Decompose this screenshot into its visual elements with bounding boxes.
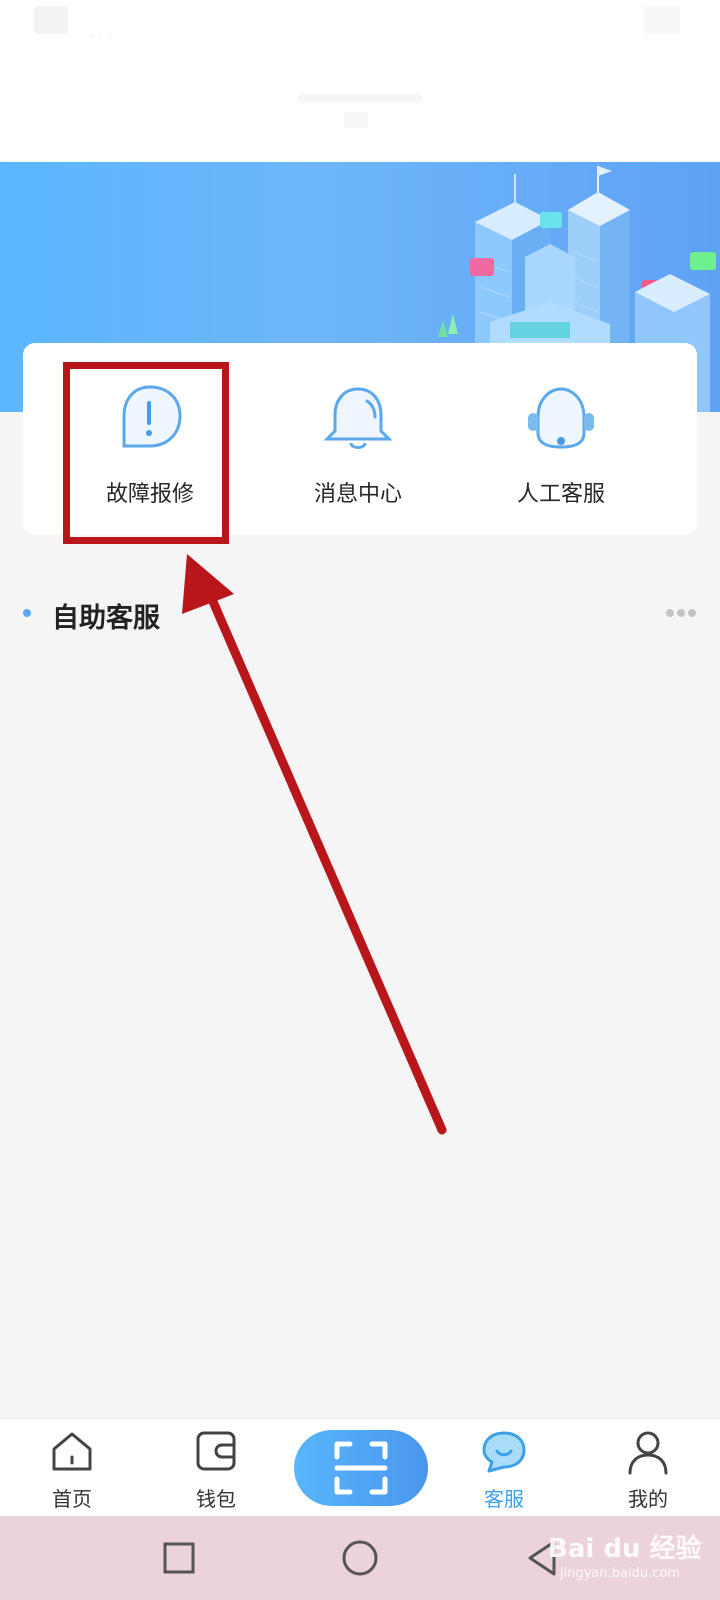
- bell-icon: [323, 383, 393, 459]
- entry-label: 消息中心: [313, 482, 402, 507]
- circle-icon: [342, 1540, 378, 1576]
- more-dots-icon[interactable]: [666, 606, 698, 620]
- section-title: 自助客服: [52, 603, 160, 634]
- recent-apps-button[interactable]: [157, 1536, 201, 1580]
- tab-label: 钱包: [196, 1487, 236, 1511]
- entry-label: 人工客服: [516, 482, 605, 507]
- entry-message-center[interactable]: 消息中心: [268, 343, 448, 535]
- entry-human-service[interactable]: 人工客服: [471, 343, 651, 535]
- tab-customer-service[interactable]: 客服: [449, 1419, 559, 1517]
- tutorial-highlight-box: [63, 362, 229, 544]
- scan-button[interactable]: [294, 1430, 428, 1506]
- watermark-brand: Bai du 经验: [548, 1534, 702, 1564]
- square-icon: [163, 1542, 195, 1574]
- header-left-placeholder[interactable]: [34, 6, 68, 34]
- section-bullet: [23, 609, 31, 617]
- scan-icon: [334, 1441, 388, 1495]
- header-subtitle-placeholder: [344, 112, 368, 128]
- home-icon: [50, 1429, 94, 1477]
- tab-me[interactable]: 我的: [593, 1419, 703, 1517]
- chat-bubble-icon: [481, 1429, 527, 1479]
- tab-label: 我的: [628, 1487, 668, 1511]
- tab-home[interactable]: 首页: [17, 1419, 127, 1517]
- watermark-url: jingyan.baidu.com: [560, 1566, 680, 1581]
- tab-wallet[interactable]: 钱包: [161, 1419, 271, 1517]
- tab-label: 首页: [52, 1487, 92, 1511]
- wallet-icon: [194, 1429, 238, 1477]
- header-title-placeholder: [298, 94, 422, 102]
- home-nav-button[interactable]: [338, 1536, 382, 1580]
- header-right-placeholder[interactable]: [644, 6, 680, 34]
- headset-icon: [524, 383, 598, 459]
- header-faint-text: · · ·: [90, 30, 113, 46]
- tab-label: 客服: [484, 1487, 524, 1511]
- top-header: · · ·: [0, 0, 720, 162]
- person-icon: [626, 1429, 670, 1479]
